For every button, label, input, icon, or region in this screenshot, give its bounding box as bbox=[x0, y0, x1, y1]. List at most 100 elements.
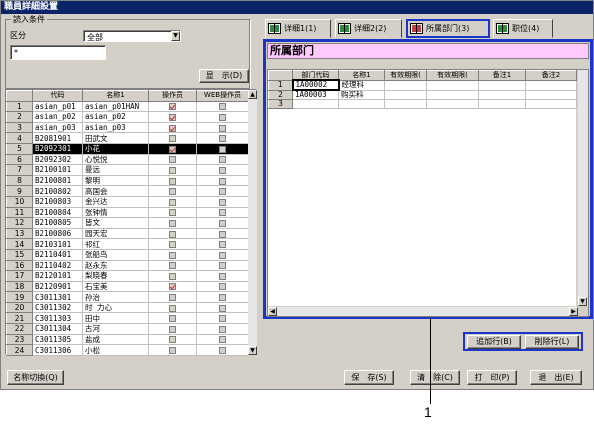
operator-checkbox[interactable] bbox=[169, 166, 176, 174]
filter-input[interactable]: * bbox=[10, 45, 106, 60]
operator-checkbox[interactable] bbox=[169, 209, 176, 217]
tab-4[interactable]: 职位(4) bbox=[493, 19, 553, 38]
staff-name[interactable]: 时 力心 bbox=[82, 301, 149, 314]
operator-checkbox[interactable] bbox=[169, 262, 176, 270]
department-cell[interactable] bbox=[478, 79, 526, 91]
staff-name[interactable]: 小花 bbox=[82, 142, 149, 155]
operator-checkbox[interactable] bbox=[169, 336, 176, 344]
column-header[interactable]: 名称1 bbox=[82, 90, 149, 102]
table-row[interactable]: 1 1A00002 经理科 bbox=[268, 79, 577, 91]
column-header[interactable]: WEB操作员 bbox=[196, 90, 249, 102]
staff-code[interactable]: B2092302 bbox=[32, 153, 83, 166]
web-operator-checkbox[interactable] bbox=[219, 262, 226, 270]
staff-code[interactable]: B2100804 bbox=[32, 206, 83, 219]
table-row[interactable]: 23 C3011305 盐成 bbox=[6, 333, 249, 346]
staff-code[interactable]: C3011306 bbox=[32, 344, 83, 356]
table-row[interactable]: 7 B2100101 曼远 bbox=[6, 164, 249, 176]
scroll-left-icon[interactable]: ◀ bbox=[268, 307, 277, 316]
operator-checkbox[interactable] bbox=[169, 177, 176, 185]
scroll-down-icon[interactable]: ▼ bbox=[248, 346, 257, 355]
table-row[interactable]: 2 1A00003 购买科 bbox=[268, 89, 577, 100]
web-operator-checkbox[interactable] bbox=[219, 219, 226, 227]
column-header[interactable]: 代码 bbox=[32, 90, 83, 102]
web-operator-checkbox[interactable] bbox=[219, 103, 226, 111]
staff-name[interactable]: 梨晓春 bbox=[82, 270, 149, 282]
department-grid-vscrollbar[interactable]: ▼ bbox=[578, 70, 588, 306]
scroll-down-icon[interactable]: ▼ bbox=[578, 297, 587, 306]
web-operator-checkbox[interactable] bbox=[219, 304, 226, 312]
web-operator-checkbox[interactable] bbox=[219, 209, 226, 217]
web-operator-checkbox[interactable] bbox=[219, 241, 226, 249]
staff-name[interactable]: 园天宏 bbox=[82, 227, 149, 240]
table-row[interactable]: 18 B2120901 石宝美 bbox=[6, 280, 249, 293]
web-operator-checkbox[interactable] bbox=[219, 230, 226, 238]
staff-name[interactable]: 黎明 bbox=[82, 174, 149, 187]
department-name[interactable]: 购买科 bbox=[338, 89, 385, 100]
staff-code[interactable]: C3011302 bbox=[32, 301, 83, 314]
department-cell[interactable] bbox=[384, 79, 427, 91]
operator-checkbox[interactable] bbox=[169, 198, 176, 206]
operator-checkbox[interactable] bbox=[169, 219, 176, 227]
staff-name[interactable]: 金兴达 bbox=[82, 195, 149, 208]
staff-code[interactable]: asian_p02 bbox=[32, 111, 83, 123]
department-code[interactable]: 1A00002 bbox=[291, 79, 340, 91]
web-operator-checkbox[interactable] bbox=[219, 135, 226, 143]
table-row[interactable]: 4 B2081901 田武文 bbox=[6, 132, 249, 144]
web-operator-checkbox[interactable] bbox=[219, 347, 226, 355]
staff-name[interactable]: asian_p03 bbox=[82, 121, 149, 134]
staff-code[interactable]: B2100803 bbox=[32, 195, 83, 208]
staff-name[interactable]: 张船鸟 bbox=[82, 248, 149, 261]
table-row[interactable]: 17 B2120101 梨晓春 bbox=[6, 270, 249, 282]
department-cell[interactable] bbox=[525, 89, 577, 100]
table-row[interactable]: 3 bbox=[268, 99, 577, 109]
staff-code[interactable]: C3011304 bbox=[32, 323, 83, 335]
column-header[interactable]: 部门代码 bbox=[292, 70, 339, 81]
operator-checkbox[interactable] bbox=[169, 347, 176, 355]
scroll-up-icon[interactable]: ▲ bbox=[248, 90, 257, 99]
staff-name[interactable]: 曼远 bbox=[82, 164, 149, 176]
staff-name[interactable]: 高国会 bbox=[82, 185, 149, 197]
staff-code[interactable]: B2092301 bbox=[32, 142, 83, 155]
staff-code[interactable]: asian_p03 bbox=[32, 121, 83, 134]
column-header[interactable]: 名称1 bbox=[338, 70, 385, 81]
staff-name[interactable]: 田武文 bbox=[82, 132, 149, 144]
staff-name[interactable]: 皆文 bbox=[82, 217, 149, 229]
web-operator-checkbox[interactable] bbox=[219, 124, 226, 132]
operator-checkbox[interactable] bbox=[169, 294, 176, 302]
table-row[interactable]: 16 B2110402 赵永东 bbox=[6, 259, 249, 272]
staff-name[interactable]: 小松 bbox=[82, 344, 149, 356]
staff-name[interactable]: 孙治 bbox=[82, 291, 149, 303]
department-cell[interactable] bbox=[478, 89, 526, 100]
staff-name[interactable]: 心悦悦 bbox=[82, 153, 149, 166]
web-operator-checkbox[interactable] bbox=[219, 294, 226, 302]
display-button[interactable]: 显 示(D) bbox=[199, 69, 249, 83]
tab-3[interactable]: 所属部门(3) bbox=[406, 19, 490, 38]
table-row[interactable]: 13 B2100806 园天宏 bbox=[6, 227, 249, 240]
web-operator-checkbox[interactable] bbox=[219, 251, 226, 259]
column-header[interactable]: 备注2 bbox=[525, 70, 577, 81]
staff-name[interactable]: 古河 bbox=[82, 323, 149, 335]
department-cell[interactable] bbox=[525, 99, 577, 109]
web-operator-checkbox[interactable] bbox=[219, 198, 226, 206]
staff-code[interactable]: B2120101 bbox=[32, 270, 83, 282]
web-operator-checkbox[interactable] bbox=[219, 156, 226, 164]
operator-checkbox[interactable] bbox=[169, 145, 176, 153]
staff-name[interactable]: 石宝美 bbox=[82, 280, 149, 293]
table-row[interactable]: 9 B2100802 高国会 bbox=[6, 185, 249, 197]
operator-checkbox[interactable] bbox=[169, 156, 176, 164]
column-header[interactable] bbox=[6, 90, 33, 102]
staff-code[interactable]: B2120901 bbox=[32, 280, 83, 293]
exit-button[interactable]: 退 出(E) bbox=[530, 370, 582, 385]
web-operator-checkbox[interactable] bbox=[219, 145, 226, 153]
operator-checkbox[interactable] bbox=[169, 315, 176, 323]
staff-code[interactable]: B2100802 bbox=[32, 185, 83, 197]
staff-code[interactable]: C3011303 bbox=[32, 312, 83, 325]
department-cell[interactable] bbox=[384, 89, 427, 100]
department-name[interactable] bbox=[338, 99, 385, 109]
staff-code[interactable]: C3011301 bbox=[32, 291, 83, 303]
table-row[interactable]: 24 C3011306 小松 bbox=[6, 344, 249, 356]
name-switch-button[interactable]: 名称切換(Q) bbox=[7, 370, 64, 385]
department-cell[interactable] bbox=[426, 89, 479, 100]
web-operator-checkbox[interactable] bbox=[219, 336, 226, 344]
table-row[interactable]: 11 B2100804 张钟情 bbox=[6, 206, 249, 219]
